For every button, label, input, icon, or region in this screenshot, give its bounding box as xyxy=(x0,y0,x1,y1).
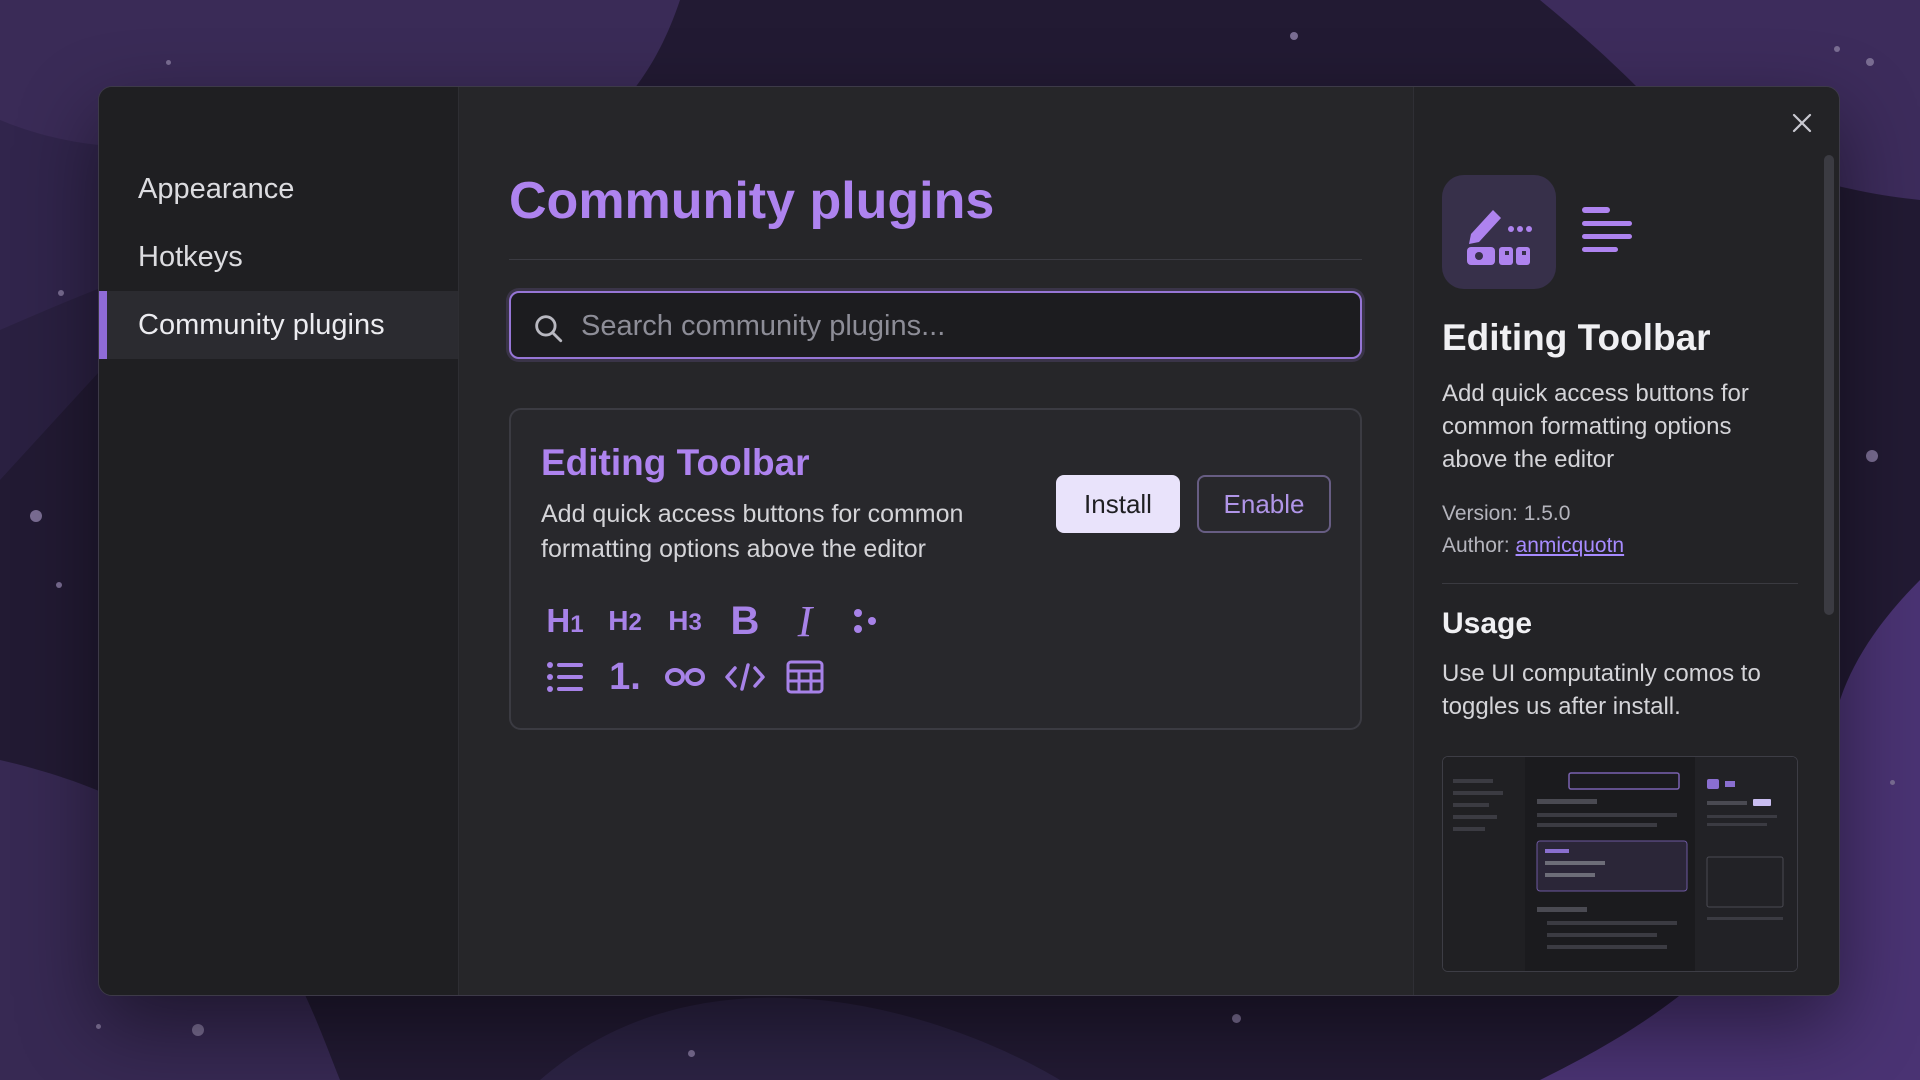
close-icon xyxy=(1792,113,1812,133)
plugin-screenshot-preview xyxy=(1442,756,1798,972)
details-description: Add quick access buttons for common form… xyxy=(1442,380,1749,473)
heading-3-icon[interactable]: H3 xyxy=(661,597,709,645)
heading-2-label: H2 xyxy=(608,605,642,636)
sidebar-item-label: Hotkeys xyxy=(138,241,243,273)
lines-icon xyxy=(1582,207,1632,252)
code-icon[interactable] xyxy=(721,653,769,701)
details-version: Version: 1.5.0 xyxy=(1442,502,1571,525)
settings-modal: Appearance Hotkeys Community plugins Com… xyxy=(98,86,1840,996)
details-title: Editing Toolbar xyxy=(1442,317,1711,358)
background-dot xyxy=(166,60,171,65)
bold-label: B xyxy=(730,598,760,643)
page-title: Community plugins xyxy=(509,172,995,230)
sidebar-item-appearance[interactable]: Appearance xyxy=(99,155,458,223)
background-dot xyxy=(58,290,64,296)
install-button[interactable]: Install xyxy=(1056,475,1180,533)
title-divider xyxy=(509,259,1362,260)
background-dot xyxy=(688,1050,695,1057)
italic-label: I xyxy=(797,596,813,646)
enable-button[interactable]: Enable xyxy=(1197,475,1331,533)
background-dot xyxy=(56,582,62,588)
author-link[interactable]: anmicquotn xyxy=(1516,534,1625,557)
heading-1-label: H1 xyxy=(546,602,584,639)
plugin-details-panel: Editing Toolbar Add quick access buttons… xyxy=(1413,87,1839,995)
link-icon[interactable] xyxy=(661,653,709,701)
heading-1-icon[interactable]: H1 xyxy=(541,597,589,645)
sidebar-item-label: Community plugins xyxy=(138,309,385,341)
background-dot xyxy=(30,510,42,522)
background-dot xyxy=(1232,1014,1241,1023)
sidebar-item-community-plugins[interactable]: Community plugins xyxy=(99,291,458,359)
usage-heading: Usage xyxy=(1442,607,1533,640)
background-dot xyxy=(1866,58,1874,66)
plugin-card-description: Add quick access buttons for common form… xyxy=(541,500,964,563)
close-button[interactable] xyxy=(1784,105,1820,141)
background-dot xyxy=(96,1024,101,1029)
sidebar-item-label: Appearance xyxy=(138,173,295,205)
dots-icon[interactable] xyxy=(841,597,889,645)
main-panel: Community plugins Editing Toolbar Add qu… xyxy=(459,87,1413,995)
sidebar-item-hotkeys[interactable]: Hotkeys xyxy=(99,223,458,291)
settings-sidebar: Appearance Hotkeys Community plugins xyxy=(99,87,459,995)
table-icon[interactable] xyxy=(781,653,829,701)
details-author-prefix: Author: xyxy=(1442,534,1516,557)
search-icon xyxy=(535,315,563,343)
background-dot xyxy=(1890,780,1895,785)
italic-icon[interactable]: I xyxy=(781,596,829,646)
numbered-list-label: 1. xyxy=(609,655,641,698)
bold-icon[interactable]: B xyxy=(721,597,769,645)
search-input[interactable] xyxy=(579,293,1343,359)
heading-3-label: H3 xyxy=(668,605,702,636)
background-dot xyxy=(1866,450,1878,462)
background-dot xyxy=(192,1024,204,1036)
scrollbar[interactable] xyxy=(1824,155,1834,615)
plugin-card: Editing Toolbar Add quick access buttons… xyxy=(509,408,1362,730)
plugin-logo xyxy=(1442,175,1556,289)
search-box xyxy=(509,291,1362,359)
plugin-card-title: Editing Toolbar xyxy=(541,442,810,483)
pencil-icon xyxy=(1467,210,1532,265)
numbered-list-icon[interactable]: 1. xyxy=(601,653,649,701)
background-dot xyxy=(1834,46,1840,52)
details-author: Author: anmicquotn xyxy=(1442,534,1624,558)
preview-screenshot-image xyxy=(1443,757,1797,971)
heading-2-icon[interactable]: H2 xyxy=(601,597,649,645)
background-dot xyxy=(1290,32,1298,40)
details-divider xyxy=(1442,583,1798,584)
usage-text: Use UI computatinly comos to toggles us … xyxy=(1442,660,1761,720)
bullet-list-icon[interactable] xyxy=(541,653,589,701)
